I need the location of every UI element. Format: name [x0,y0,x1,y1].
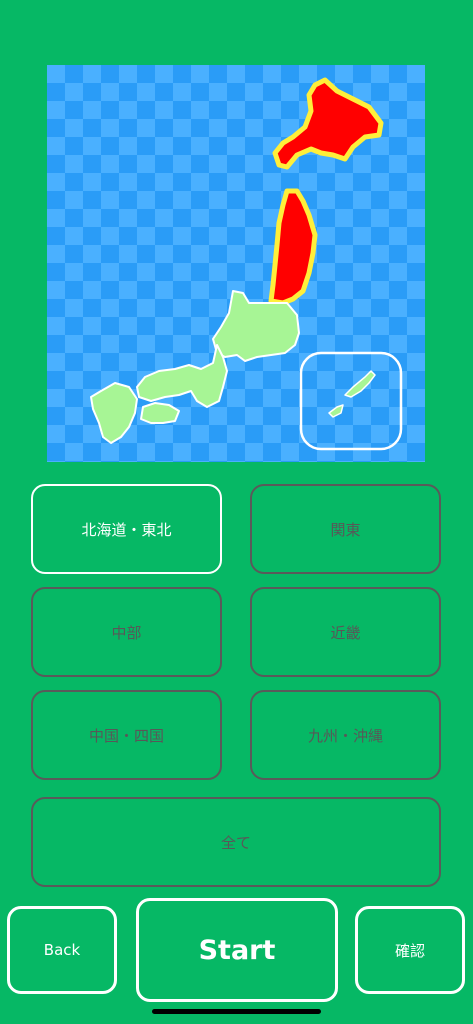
region-button-label: 全て [220,833,251,852]
region-button-label: 九州・沖縄 [307,726,383,745]
map-region-kinki-chugoku [136,344,228,408]
back-button[interactable]: Back [7,906,117,994]
region-button-label: 中部 [111,623,142,642]
confirm-button[interactable]: 確認 [355,906,465,994]
region-button-kanto[interactable]: 関東 [250,484,441,574]
confirm-button-label: 確認 [394,941,425,960]
map-region-okinawa [328,370,376,418]
map-region-hokkaido [272,77,384,170]
region-button-hokkaido-tohoku[interactable]: 北海道・東北 [31,484,222,574]
map-region-tohoku [268,188,318,306]
map-region-shikoku [140,402,180,424]
region-button-chugoku-shikoku[interactable]: 中国・四国 [31,690,222,780]
start-button-label: Start [198,934,276,966]
back-button-label: Back [43,941,81,959]
region-button-label: 北海道・東北 [81,520,172,539]
region-button-all[interactable]: 全て [31,797,441,887]
japan-map [47,65,425,462]
region-button-kyushu-okinawa[interactable]: 九州・沖縄 [250,690,441,780]
japan-map-svg [90,77,403,451]
region-button-kinki[interactable]: 近畿 [250,587,441,677]
start-button[interactable]: Start [136,898,338,1002]
map-region-kyushu [90,382,138,444]
okinawa-inset-box [299,351,403,451]
region-button-label: 関東 [330,520,361,539]
region-button-label: 中国・四国 [88,726,164,745]
home-indicator [152,1009,321,1014]
region-button-chubu[interactable]: 中部 [31,587,222,677]
region-button-label: 近畿 [330,623,361,642]
